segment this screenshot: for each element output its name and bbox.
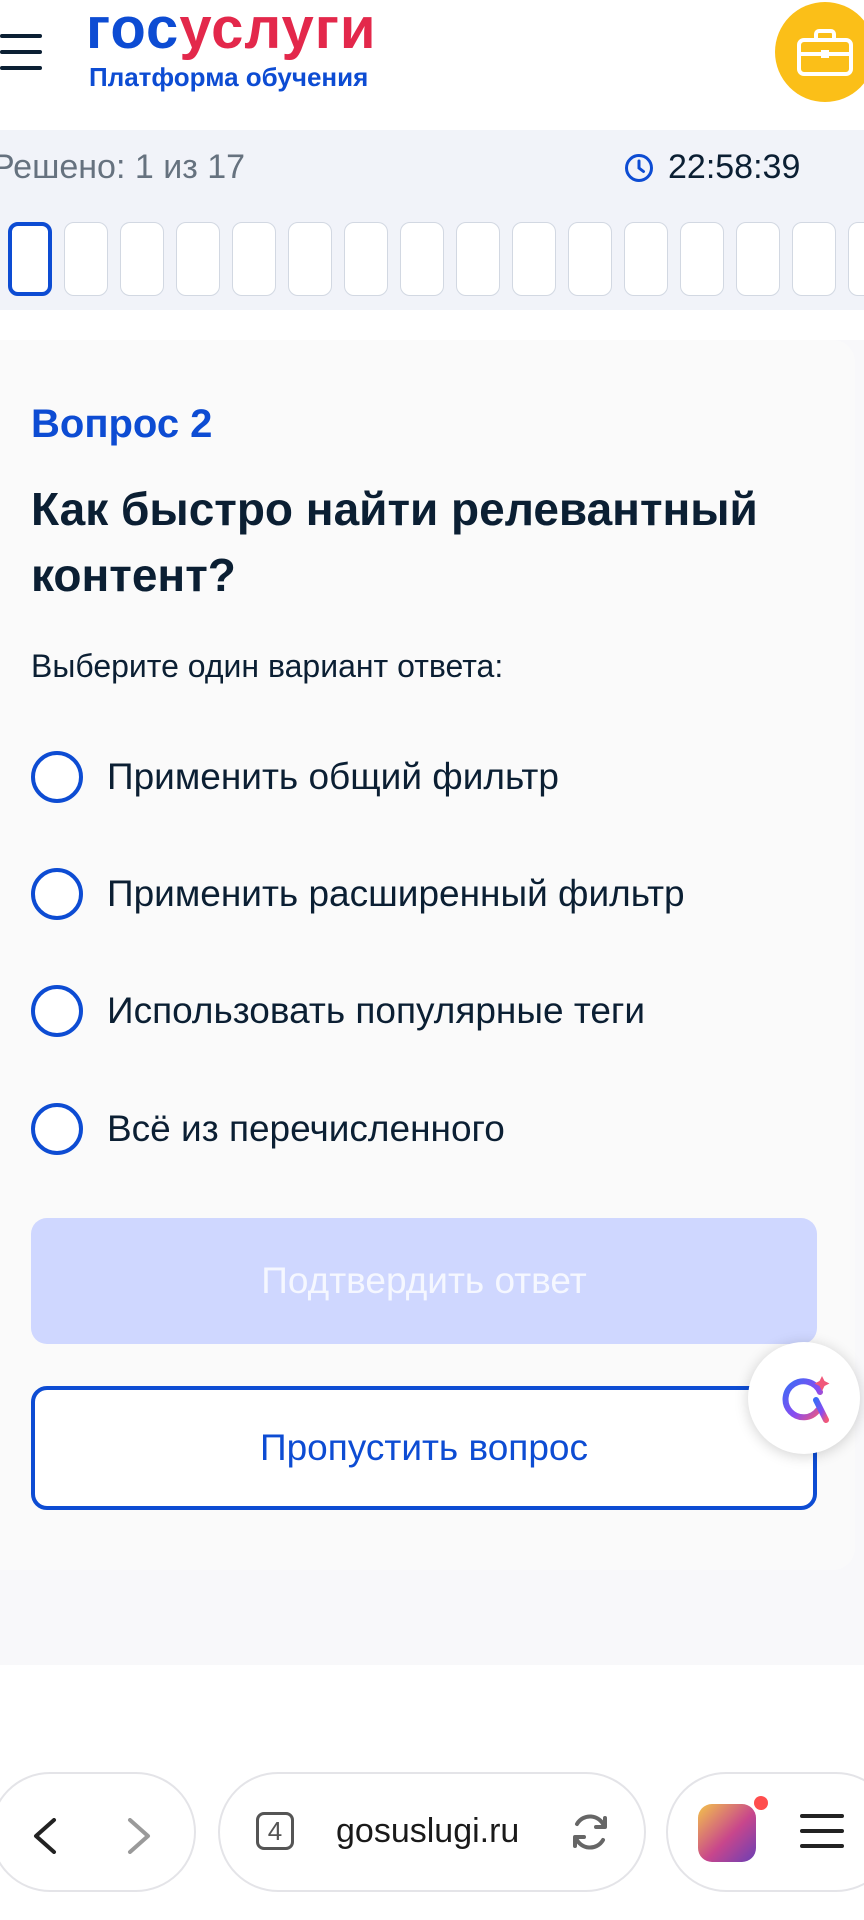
- clock-icon: [625, 153, 653, 182]
- question-square-14[interactable]: [736, 222, 780, 296]
- url-text[interactable]: gosuslugi.ru: [336, 1812, 519, 1851]
- question-title: Как быстро найти релевантный контент?: [31, 483, 758, 601]
- profile-menu-pill: [666, 1772, 864, 1892]
- assistant-button[interactable]: [748, 1342, 860, 1454]
- forward-arrow-icon[interactable]: [120, 1818, 156, 1854]
- radio-button[interactable]: [31, 751, 83, 803]
- question-square-12[interactable]: [624, 222, 668, 296]
- question-navigator: [8, 222, 864, 300]
- answer-option-2[interactable]: Применить расширенный фильтр: [31, 864, 685, 924]
- confirm-answer-button[interactable]: Подтвердить ответ: [31, 1218, 817, 1344]
- briefcase-icon: [797, 29, 853, 76]
- address-bar[interactable]: 4 gosuslugi.ru: [218, 1772, 646, 1892]
- radio-button[interactable]: [31, 985, 83, 1037]
- briefcase-button[interactable]: [775, 2, 864, 102]
- answer-option-label: Использовать популярные теги: [107, 990, 646, 1031]
- answer-hint: Выберите один вариант ответа:: [31, 648, 504, 684]
- answer-option-4[interactable]: Всё из перечисленного: [31, 1099, 505, 1159]
- back-arrow-icon[interactable]: [28, 1818, 64, 1854]
- logo-part-gos: гос: [86, 0, 180, 61]
- radio-button[interactable]: [31, 1103, 83, 1155]
- timer-value: 22:58:39: [668, 148, 801, 186]
- navigation-pill: [0, 1772, 196, 1892]
- logo-part-uslugi: услуги: [179, 0, 377, 61]
- gosuslugi-logo[interactable]: госуслуги: [86, 0, 377, 64]
- question-square-7[interactable]: [344, 222, 388, 296]
- skip-question-button[interactable]: Пропустить вопрос: [31, 1386, 817, 1510]
- question-square-4[interactable]: [176, 222, 220, 296]
- answer-option-1[interactable]: Применить общий фильтр: [31, 747, 559, 807]
- reload-icon[interactable]: [568, 1810, 612, 1854]
- question-square-2[interactable]: [64, 222, 108, 296]
- answer-option-label: Применить общий фильтр: [107, 756, 559, 797]
- hamburger-icon[interactable]: [800, 1814, 844, 1859]
- browser-toolbar: 4 gosuslugi.ru: [0, 1752, 864, 1920]
- answer-option-label: Применить расширенный фильтр: [107, 873, 685, 914]
- question-square-11[interactable]: [568, 222, 612, 296]
- question-square-8[interactable]: [400, 222, 444, 296]
- site-header: госуслуги Платформа обучения: [0, 0, 864, 130]
- answer-option-label: Всё из перечисленного: [107, 1108, 505, 1149]
- timer: 22:58:39: [624, 148, 800, 187]
- question-square-10[interactable]: [512, 222, 556, 296]
- question-square-1[interactable]: [8, 222, 52, 296]
- question-square-15[interactable]: [792, 222, 836, 296]
- question-square-13[interactable]: [680, 222, 724, 296]
- question-square-5[interactable]: [232, 222, 276, 296]
- answer-option-3[interactable]: Использовать популярные теги: [31, 981, 645, 1041]
- question-square-9[interactable]: [456, 222, 500, 296]
- question-square-16[interactable]: [848, 222, 864, 296]
- assistant-icon: [782, 1376, 830, 1423]
- question-square-6[interactable]: [288, 222, 332, 296]
- question-square-3[interactable]: [120, 222, 164, 296]
- tab-count-badge[interactable]: 4: [256, 1812, 294, 1850]
- radio-button[interactable]: [31, 868, 83, 920]
- question-number: Вопрос 2: [31, 402, 213, 446]
- solved-counter: Решено: 1 из 17: [0, 148, 246, 186]
- profile-avatar[interactable]: [698, 1804, 756, 1862]
- burger-menu-icon[interactable]: [0, 34, 44, 72]
- notification-dot: [754, 1796, 768, 1810]
- progress-panel: Решено: 1 из 17 22:58:39: [0, 130, 864, 310]
- logo-subtitle: Платформа обучения: [89, 62, 369, 92]
